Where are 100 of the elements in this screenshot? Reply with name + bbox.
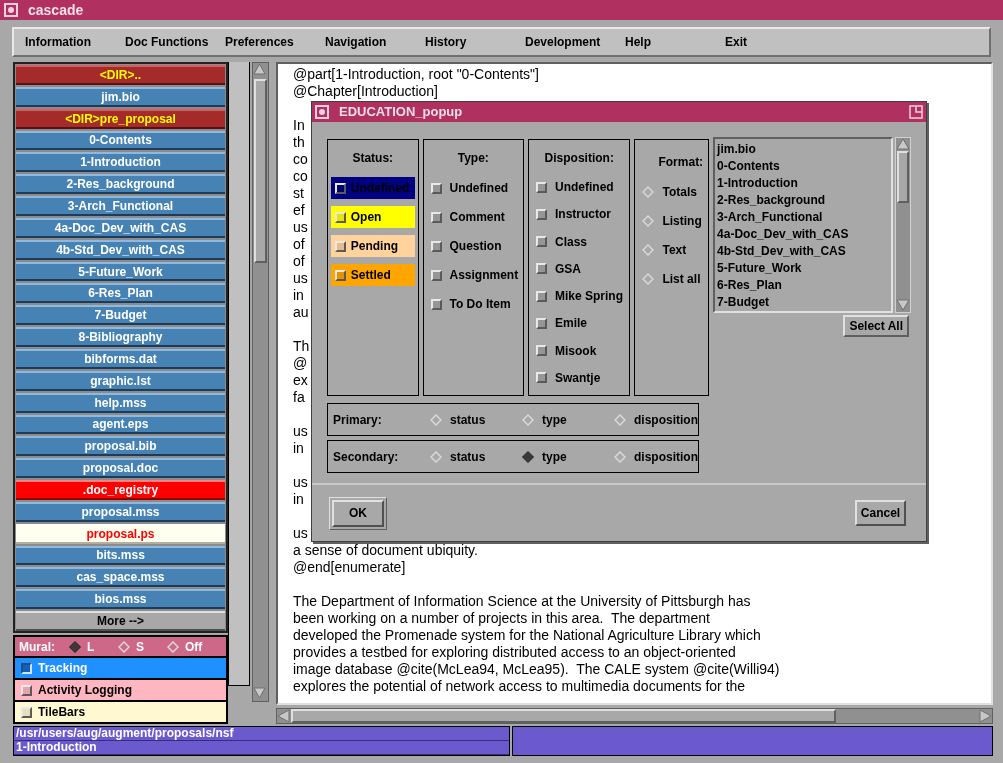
window-menu-icon[interactable]: [315, 105, 329, 119]
file-button[interactable]: proposal.mss: [16, 501, 225, 522]
radio-button[interactable]: Text: [635, 239, 687, 261]
status-checkbox[interactable]: Settled: [330, 264, 415, 286]
radio-button[interactable]: status: [428, 447, 520, 466]
list-item[interactable]: 2-Res_background: [717, 192, 826, 209]
file-button[interactable]: <DIR>pre_proposal: [16, 108, 225, 129]
radio-button[interactable]: type: [520, 447, 612, 466]
list-item[interactable]: 1-Introduction: [717, 175, 798, 192]
menu-item[interactable]: Help: [625, 33, 725, 51]
scrollbar-thumb[interactable]: [897, 151, 909, 203]
file-button[interactable]: cas_space.mss: [16, 567, 225, 588]
file-button[interactable]: 3-Arch_Functional: [16, 196, 225, 216]
toggle-checkbox[interactable]: TileBars: [13, 702, 228, 724]
file-button[interactable]: 4a-Doc_Dev_with_CAS: [16, 217, 225, 238]
list-item[interactable]: 6-Res_Plan: [717, 277, 782, 294]
menu-item[interactable]: Navigation: [325, 33, 425, 51]
list-item[interactable]: 7-Budget: [717, 294, 770, 311]
file-button[interactable]: proposal.ps: [16, 523, 225, 544]
file-button[interactable]: agent.eps: [16, 414, 225, 435]
file-button[interactable]: 0-Contents: [16, 130, 225, 151]
file-button[interactable]: bibforms.dat: [16, 348, 225, 369]
checkbox[interactable]: Class: [529, 231, 587, 252]
file-button[interactable]: 5-Future_Work: [16, 261, 225, 282]
menu-item[interactable]: Doc Functions: [125, 33, 225, 51]
scroll-up-arrow-icon[interactable]: [253, 63, 268, 77]
list-item[interactable]: jim.bio: [717, 141, 756, 158]
document-line: in: [293, 440, 304, 457]
file-button[interactable]: proposal.doc: [16, 458, 225, 479]
scroll-up-arrow-icon[interactable]: [896, 138, 910, 151]
radio-button[interactable]: List all: [635, 268, 701, 290]
select-all-button[interactable]: Select All: [843, 315, 909, 337]
document-line: fa: [293, 389, 305, 406]
radio-button[interactable]: type: [520, 410, 612, 429]
radio-button[interactable]: L: [65, 637, 114, 656]
document-line: th: [293, 134, 305, 151]
file-button[interactable]: help.mss: [16, 392, 225, 413]
scroll-down-arrow-icon[interactable]: [896, 299, 910, 312]
file-button[interactable]: <DIR>..: [16, 65, 225, 85]
menu-item[interactable]: Preferences: [225, 33, 325, 51]
file-button[interactable]: jim.bio: [16, 86, 225, 107]
checkbox[interactable]: Misook: [529, 340, 597, 361]
document-line: us: [293, 270, 308, 287]
scroll-right-arrow-icon[interactable]: [978, 709, 992, 723]
radio-button[interactable]: Totals: [635, 181, 697, 203]
ok-button[interactable]: OK: [332, 499, 384, 527]
list-item[interactable]: 5-Future_Work: [717, 260, 802, 277]
checkbox[interactable]: Emile: [529, 313, 587, 334]
scroll-left-arrow-icon[interactable]: [277, 709, 291, 723]
checkbox[interactable]: Question: [423, 235, 502, 257]
file-button[interactable]: .doc_registry: [16, 480, 225, 500]
file-button[interactable]: bits.mss: [16, 545, 225, 566]
status-checkbox[interactable]: Open: [330, 206, 415, 228]
list-item[interactable]: 3-Arch_Functional: [717, 209, 823, 226]
radio-button[interactable]: S: [114, 637, 163, 656]
document-line: @end[enumerate]: [293, 559, 406, 576]
scroll-down-arrow-icon[interactable]: [253, 687, 268, 701]
checkbox[interactable]: To Do Item: [423, 293, 511, 315]
list-item[interactable]: 0-Contents: [717, 158, 780, 175]
menu-item[interactable]: Exit: [725, 33, 825, 51]
radio-button[interactable]: status: [428, 410, 520, 429]
radio-button[interactable]: Off: [163, 637, 212, 656]
file-button[interactable]: 8-Bibliography: [16, 327, 225, 347]
scrollbar-thumb[interactable]: [254, 79, 267, 263]
file-button[interactable]: proposal.bib: [16, 436, 225, 457]
checkbox[interactable]: Assignment: [423, 264, 519, 286]
file-button[interactable]: 2-Res_background: [16, 174, 225, 195]
menu-item[interactable]: Development: [525, 33, 625, 51]
radio-button[interactable]: Listing: [635, 210, 702, 232]
radio-button[interactable]: disposition: [612, 447, 698, 466]
checkbox[interactable]: Swantje: [529, 367, 601, 388]
checkbox[interactable]: Undefined: [423, 177, 509, 199]
document-listbox[interactable]: jim.bio 0-Contents 1-Introduction 2-Res_background 3-Arch_Functional 4a-Doc_Dev_with_CAS 4b-Std_Dev_with_CAS 5-Future_Work 6-Res_Plan 7-Budget: [713, 137, 893, 313]
checkbox[interactable]: GSA: [529, 258, 581, 279]
radio-button[interactable]: disposition: [612, 410, 698, 429]
scrollbar-thumb[interactable]: [291, 709, 836, 723]
checkbox[interactable]: Comment: [423, 206, 505, 228]
file-button[interactable]: More -->: [16, 611, 225, 631]
menu-item[interactable]: Information: [25, 33, 125, 51]
vertical-scrollbar[interactable]: [252, 62, 269, 702]
file-button[interactable]: 4b-Std_Dev_with_CAS: [16, 239, 225, 260]
status-checkbox[interactable]: Pending: [330, 235, 415, 257]
window-menu-icon[interactable]: [4, 3, 18, 17]
checkbox[interactable]: Instructor: [529, 204, 611, 225]
file-button[interactable]: 1-Introduction: [16, 152, 225, 173]
list-item[interactable]: 4b-Std_Dev_with_CAS: [717, 243, 846, 260]
file-button[interactable]: 7-Budget: [16, 305, 225, 326]
checkbox[interactable]: Undefined: [529, 177, 614, 198]
window-title: cascade: [28, 0, 84, 20]
checkbox[interactable]: Mike Spring: [529, 286, 623, 307]
menu-item[interactable]: History: [425, 33, 525, 51]
toggle-checkbox[interactable]: Activity Logging: [13, 680, 228, 702]
horizontal-scrollbar[interactable]: [276, 708, 993, 724]
file-button[interactable]: 6-Res_Plan: [16, 283, 225, 304]
maximize-icon[interactable]: [909, 105, 923, 119]
file-button[interactable]: bios.mss: [16, 589, 225, 610]
list-item[interactable]: 4a-Doc_Dev_with_CAS: [717, 226, 849, 243]
file-button[interactable]: graphic.lst: [16, 370, 225, 391]
document-line: ef: [293, 202, 305, 219]
cancel-button[interactable]: Cancel: [855, 500, 906, 526]
